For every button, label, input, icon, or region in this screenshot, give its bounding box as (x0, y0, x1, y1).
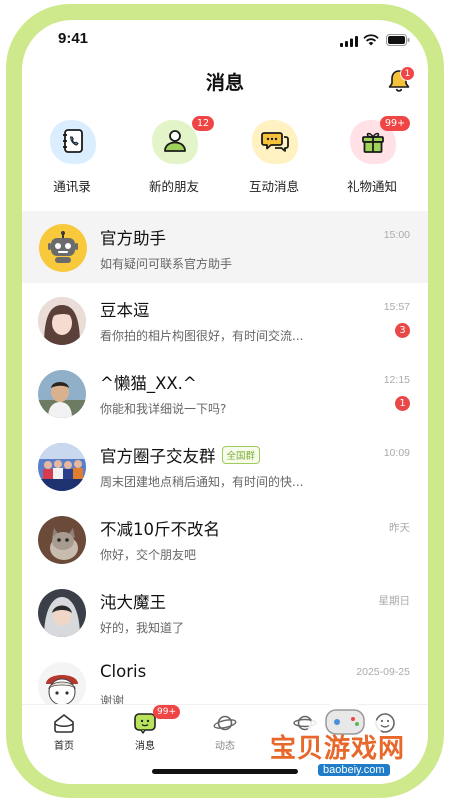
tab-messages-label: 消息 (135, 741, 155, 752)
wifi-icon (363, 34, 379, 46)
tab-messages[interactable]: 99+ 消息 (105, 705, 185, 765)
gift-icon (362, 132, 384, 153)
interaction-messages-label: 互动消息 (248, 179, 299, 194)
avatar (39, 224, 87, 272)
tab-moments-label: 动态 (215, 741, 235, 752)
avatar (38, 297, 86, 345)
status-time: 9:41 (58, 30, 89, 47)
conversation-preview: 好的，我知道了 (100, 621, 185, 635)
contacts-button[interactable]: 通讯录 (24, 116, 120, 198)
tab-home[interactable]: 首页 (24, 705, 104, 765)
conversation-time: 昨天 (389, 522, 410, 534)
phone-frame: 9:41 消息 1 通讯录 12 新的朋友 互动消息 99+ 礼物通知 官方助手… (0, 0, 450, 800)
conversation-time: 星期日 (378, 595, 411, 607)
avatar (38, 662, 86, 706)
tab-moments[interactable]: 动态 (185, 705, 265, 765)
gift-notifications-label: 礼物通知 (346, 179, 397, 194)
avatar (38, 589, 86, 637)
phone-screen: 9:41 消息 1 通讯录 12 新的朋友 互动消息 99+ 礼物通知 官方助手… (22, 20, 428, 784)
conversation-item[interactable]: 官方助手 如有疑问可联系官方助手 15:00 (22, 211, 428, 283)
group-tag: 全国群 (221, 446, 261, 464)
conversation-time: 12:15 (383, 374, 410, 386)
conversation-item[interactable]: 官方圈子交友群 全国群 周末团建地点稍后通知，有时间的快... 10:09 (22, 429, 428, 502)
anime-avatar (38, 662, 86, 706)
gift-notifications-button[interactable]: 99+ 礼物通知 (324, 116, 420, 198)
conversation-name: 豆本逗 (100, 301, 150, 320)
group-name: 官方圈子交友群 (100, 447, 216, 466)
conversation-name: 沌大魔王 (100, 593, 166, 612)
conversation-item[interactable]: 沌大魔王 好的，我知道了 星期日 (22, 575, 428, 648)
battery-icon (386, 34, 410, 46)
quick-actions: 通讯录 12 新的朋友 互动消息 99+ 礼物通知 (22, 116, 428, 198)
status-bar: 9:41 (22, 20, 428, 64)
avatar (38, 370, 86, 418)
contacts-icon (63, 129, 83, 153)
planet-icon (213, 715, 237, 731)
watermark-text: 宝贝游戏网 (270, 734, 406, 764)
tab-home-label: 首页 (54, 741, 74, 752)
conversation-name: 不减10斤不改名 (100, 520, 220, 539)
conversation-list: 官方助手 如有疑问可联系官方助手 15:00 豆本逗 看你拍的相片构图很好，有时… (22, 211, 428, 706)
new-friend-icon (164, 130, 186, 152)
conversation-item[interactable]: 不减10斤不改名 你好，交个朋友吧 昨天 (22, 502, 428, 575)
home-indicator[interactable] (152, 769, 298, 774)
contacts-label: 通讯录 (53, 179, 91, 194)
user-photo (38, 589, 86, 637)
conversation-time: 15:57 (383, 301, 410, 313)
cellular-signal-icon (340, 36, 358, 47)
tab-messages-badge: 99+ (153, 705, 180, 719)
avatar (38, 516, 86, 564)
home-icon (54, 714, 74, 733)
unread-badge: 1 (395, 396, 410, 411)
conversation-time: 2025-09-25 (356, 666, 410, 678)
conversation-time: 15:00 (383, 229, 410, 241)
cat-photo (38, 516, 86, 564)
conversation-name: 官方助手 (100, 229, 166, 248)
page-title: 消息 (205, 72, 244, 94)
user-photo (38, 297, 86, 345)
conversation-name: 官方圈子交友群 全国群 (100, 443, 261, 467)
conversation-preview: 如有疑问可联系官方助手 (100, 257, 233, 271)
conversation-preview: 你能和我详细说一下吗? (100, 402, 227, 416)
conversation-name: Cloris (100, 662, 147, 681)
watermark-url: baobeiy.com (318, 764, 390, 776)
conversation-item[interactable]: 豆本逗 看你拍的相片构图很好，有时间交流... 15:57 3 (22, 283, 428, 356)
unread-badge: 3 (395, 323, 410, 338)
notification-badge: 1 (400, 66, 415, 81)
conversation-preview: 你好，交个朋友吧 (100, 548, 197, 562)
conversation-preview: 周末团建地点稍后通知，有时间的快... (100, 475, 304, 489)
gift-notifications-badge: 99+ (380, 116, 411, 131)
group-photo (38, 443, 86, 491)
robot-icon (48, 231, 78, 263)
new-friends-label: 新的朋友 (148, 179, 199, 194)
conversation-preview: 看你拍的相片构图很好，有时间交流... (100, 329, 304, 343)
conversation-item[interactable]: ^懒猫_XX.^ 你能和我详细说一下吗? 12:15 1 (22, 356, 428, 429)
chat-bubbles-icon (261, 132, 289, 152)
user-photo (38, 370, 86, 418)
interaction-messages-button[interactable]: 互动消息 (226, 116, 322, 198)
conversation-name: ^懒猫_XX.^ (100, 374, 197, 393)
new-friends-badge: 12 (192, 116, 215, 131)
avatar (38, 443, 86, 491)
new-friends-button[interactable]: 12 新的朋友 (126, 116, 222, 198)
conversation-time: 10:09 (383, 447, 410, 459)
